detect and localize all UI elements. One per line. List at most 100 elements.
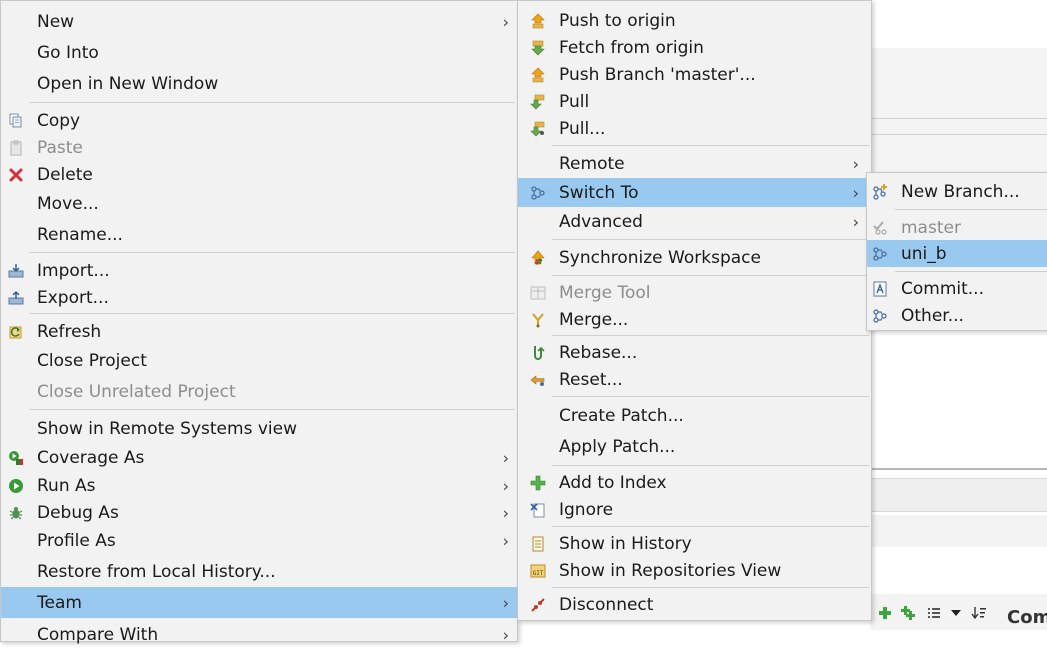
menu-item-show-in-repositories-view[interactable]: GIT Show in Repositories View: [518, 557, 871, 584]
panel-divider: [870, 134, 1047, 135]
submenu-arrow-icon: ›: [502, 476, 509, 495]
submenu-arrow-icon: ›: [852, 183, 859, 202]
panel-bottom-band: [870, 515, 1047, 547]
menu-item-disconnect[interactable]: Disconnect: [518, 591, 871, 619]
menu-item-close-project[interactable]: Close Project: [1, 346, 517, 376]
add-to-index-icon: [530, 475, 546, 490]
repository-icon: GIT: [530, 564, 546, 577]
menu-item-new-branch[interactable]: New Branch...: [867, 178, 1047, 206]
add-all-icon[interactable]: [900, 605, 916, 621]
menu-item-merge-tool[interactable]: Merge Tool: [518, 279, 871, 306]
menu-item-rename[interactable]: Rename...: [1, 219, 517, 250]
disconnect-icon: [531, 598, 545, 612]
team-submenu: Push to origin Fetch from origin Push Br…: [517, 0, 872, 621]
rebase-icon: [534, 345, 545, 360]
submenu-arrow-icon: ›: [502, 503, 509, 522]
refresh-icon: [9, 326, 22, 338]
menu-item-profile-as[interactable]: Profile As ›: [1, 526, 517, 556]
menu-item-open-in-new-window[interactable]: Open in New Window: [1, 69, 517, 99]
submenu-arrow-icon: ›: [852, 154, 859, 173]
menu-item-restore-local-history[interactable]: Restore from Local History...: [1, 557, 517, 587]
sort-icon[interactable]: [971, 605, 987, 621]
menu-item-paste[interactable]: Paste: [1, 134, 517, 161]
menu-item-other[interactable]: Other...: [867, 302, 1047, 329]
panel-divider: [870, 468, 1047, 470]
menu-separator: [552, 335, 869, 336]
svg-text:GIT: GIT: [533, 570, 544, 577]
menu-separator: [29, 409, 515, 410]
merge-icon: [532, 312, 544, 327]
run-icon: [9, 478, 23, 493]
menu-item-run-as[interactable]: Run As ›: [1, 472, 517, 499]
menu-item-reset[interactable]: Reset...: [518, 366, 871, 393]
context-menu: New › Go Into Open in New Window Copy Pa…: [0, 0, 518, 645]
export-icon: [8, 290, 24, 304]
list-view-icon[interactable]: [926, 605, 942, 621]
menu-item-team[interactable]: Team ›: [1, 587, 517, 618]
menu-separator: [895, 271, 1047, 272]
menu-separator: [29, 102, 515, 103]
panel-divider: [870, 118, 1047, 119]
menu-item-merge[interactable]: Merge...: [518, 306, 871, 333]
submenu-arrow-icon: ›: [502, 531, 509, 551]
menu-item-remote[interactable]: Remote ›: [518, 149, 871, 178]
menu-item-rebase[interactable]: Rebase...: [518, 339, 871, 366]
menu-separator: [552, 396, 869, 397]
menu-separator: [552, 587, 869, 588]
branch-checked-icon: [873, 220, 887, 235]
menu-item-coverage-as[interactable]: Coverage As ›: [1, 444, 517, 472]
menu-item-move[interactable]: Move...: [1, 188, 517, 219]
menu-item-show-in-history[interactable]: Show in History: [518, 530, 871, 557]
history-icon: [532, 536, 544, 551]
menu-item-new[interactable]: New ›: [1, 7, 517, 37]
import-icon: [8, 263, 24, 277]
menu-item-debug-as[interactable]: Debug As ›: [1, 499, 517, 526]
menu-item-branch-master[interactable]: master: [867, 214, 1047, 241]
delete-icon: [9, 168, 23, 181]
menu-item-import[interactable]: Import...: [1, 257, 517, 284]
menu-item-synchronize-workspace[interactable]: Synchronize Workspace: [518, 243, 871, 273]
menu-item-advanced[interactable]: Advanced ›: [518, 207, 871, 237]
menu-item-push-to-origin[interactable]: Push to origin: [518, 7, 871, 34]
branch-icon: [873, 246, 887, 261]
menu-item-show-in-remote-systems[interactable]: Show in Remote Systems view: [1, 414, 517, 444]
menu-item-fetch-from-origin[interactable]: Fetch from origin: [518, 34, 871, 61]
add-icon[interactable]: [877, 605, 893, 621]
menu-item-add-to-index[interactable]: Add to Index: [518, 469, 871, 496]
copy-icon: [9, 113, 22, 127]
merge-tool-icon: [530, 286, 546, 299]
menu-separator: [552, 465, 869, 466]
panel-toolbar-strip: [870, 478, 1047, 512]
menu-item-switch-to[interactable]: Switch To ›: [518, 178, 871, 207]
menu-item-pull-dialog[interactable]: Pull...: [518, 115, 871, 142]
reset-icon: [530, 374, 545, 386]
menu-item-commit[interactable]: Commit...: [867, 275, 1047, 302]
pull-dialog-icon: [530, 121, 545, 136]
pull-icon: [530, 94, 545, 109]
menu-separator: [29, 313, 515, 314]
menu-separator: [895, 209, 1047, 210]
menu-item-copy[interactable]: Copy: [1, 107, 517, 134]
menu-item-branch-uni-b[interactable]: uni_b: [867, 240, 1047, 267]
menu-item-close-unrelated-project[interactable]: Close Unrelated Project: [1, 376, 517, 407]
menu-item-go-into[interactable]: Go Into: [1, 38, 517, 68]
menu-item-ignore[interactable]: Ignore: [518, 496, 871, 523]
menu-item-pull[interactable]: Pull: [518, 88, 871, 115]
menu-item-refresh[interactable]: Refresh: [1, 317, 517, 346]
debug-icon: [9, 506, 23, 519]
menu-item-push-branch[interactable]: Push Branch 'master'...: [518, 61, 871, 88]
menu-item-create-patch[interactable]: Create Patch...: [518, 401, 871, 431]
push-icon: [531, 13, 545, 28]
menu-item-delete[interactable]: Delete: [1, 161, 517, 188]
new-branch-icon: [873, 184, 887, 200]
switch-to-submenu: New Branch... master uni_b Commit... Oth…: [866, 172, 1047, 331]
menu-item-compare-with[interactable]: Compare With ›: [1, 620, 517, 650]
dropdown-arrow-icon[interactable]: [948, 605, 964, 621]
menu-separator: [552, 145, 869, 146]
menu-item-export[interactable]: Export...: [1, 284, 517, 311]
push-branch-icon: [531, 67, 545, 82]
branch-other-icon: [873, 308, 887, 323]
submenu-arrow-icon: ›: [852, 212, 859, 232]
menu-item-apply-patch[interactable]: Apply Patch...: [518, 432, 871, 462]
commit-icon: [873, 281, 887, 296]
